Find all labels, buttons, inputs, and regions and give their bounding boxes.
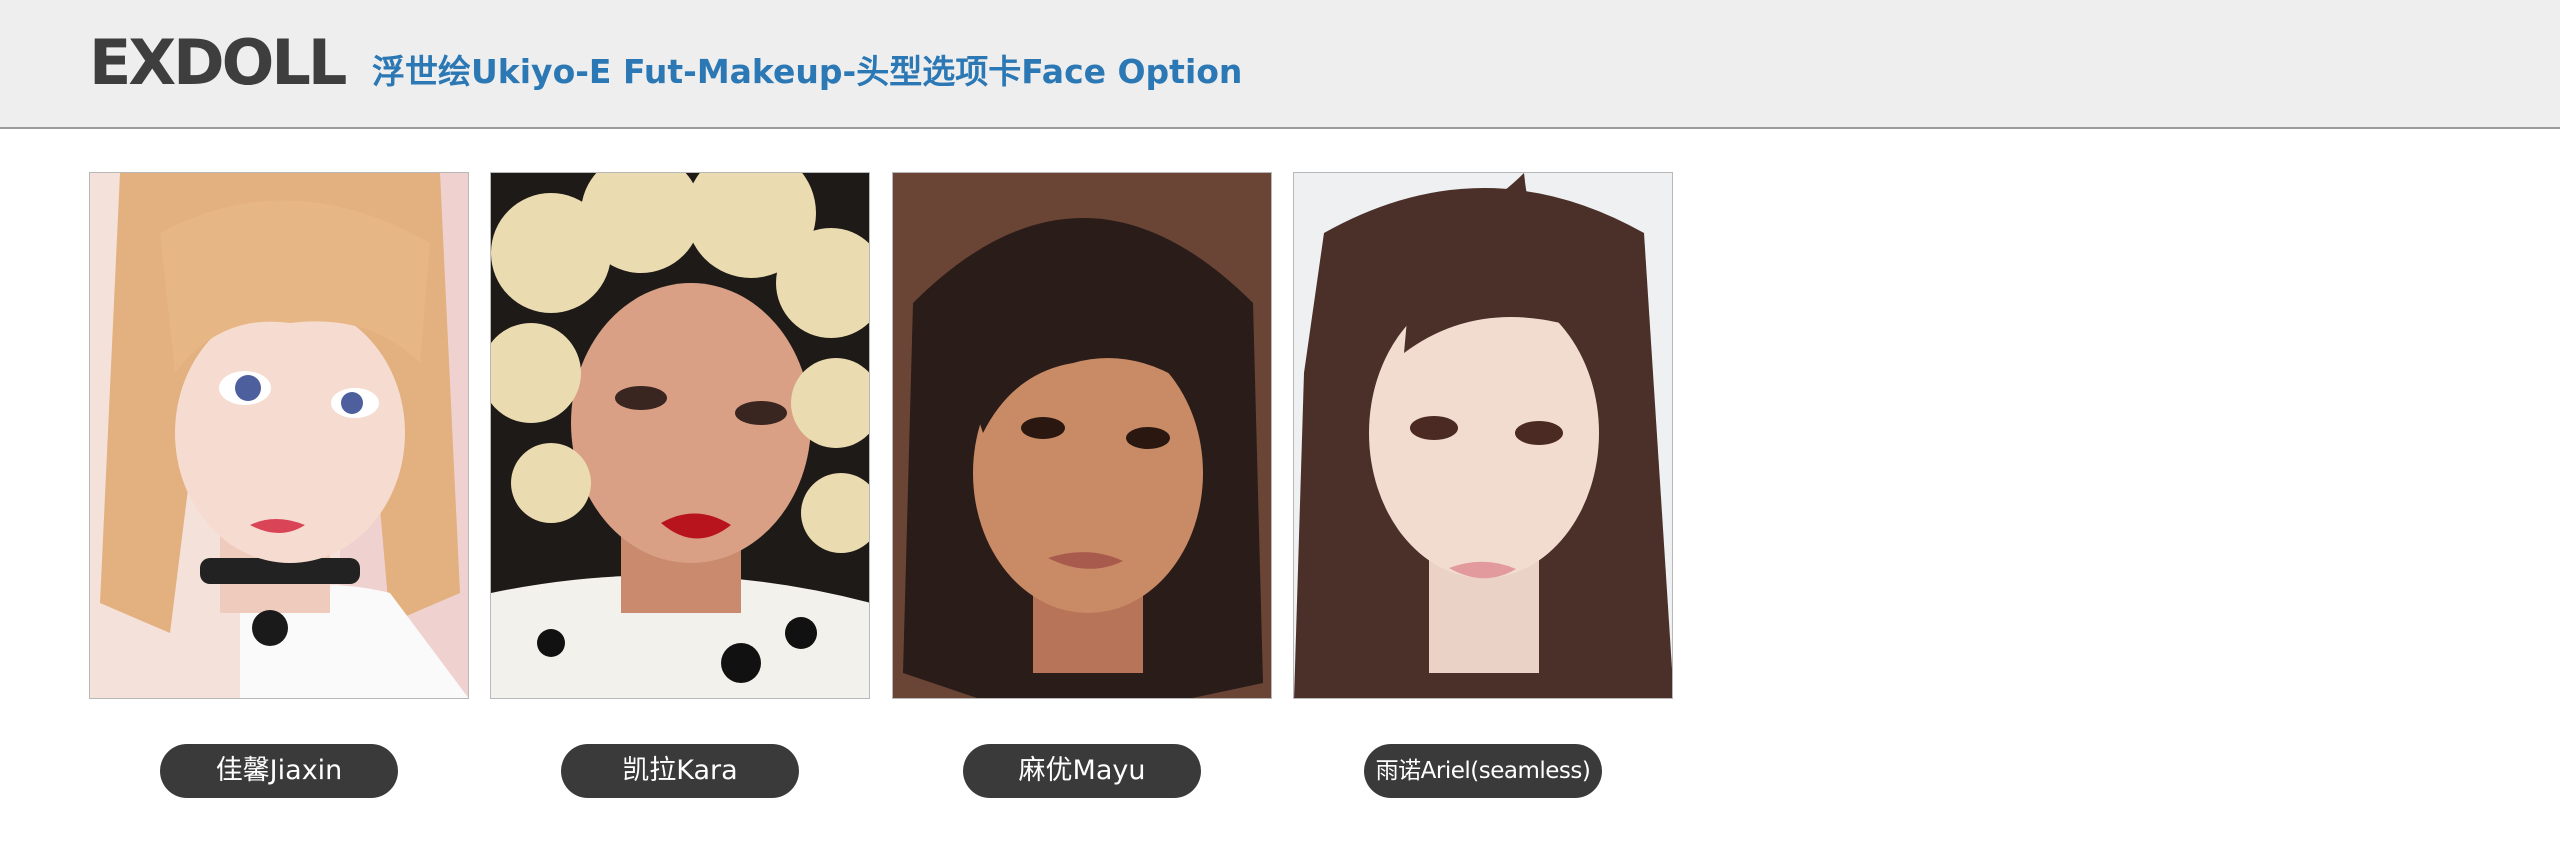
face-card-mayu[interactable] (892, 172, 1272, 699)
face-mayu-photo (893, 173, 1271, 698)
face-kara-photo (491, 173, 869, 698)
face-card-jiaxin[interactable] (89, 172, 469, 699)
page-title: 浮世绘Ukiyo-E Fut-Makeup-头型选项卡Face Option (372, 52, 1243, 91)
face-jiaxin-photo (90, 173, 468, 698)
face-option-button-kara[interactable]: 凯拉Kara (561, 744, 799, 798)
face-ariel-photo (1294, 173, 1672, 698)
face-option-button-ariel[interactable]: 雨诺Ariel(seamless) (1364, 744, 1602, 798)
face-option-button-jiaxin[interactable]: 佳馨Jiaxin (160, 744, 398, 798)
page-header: EXDOLL 浮世绘Ukiyo-E Fut-Makeup-头型选项卡Face O… (0, 0, 2560, 129)
exdoll-logo[interactable]: EXDOLL (89, 30, 347, 96)
face-card-kara[interactable] (490, 172, 870, 699)
face-card-ariel[interactable] (1293, 172, 1673, 699)
face-option-button-mayu[interactable]: 麻优Mayu (963, 744, 1201, 798)
